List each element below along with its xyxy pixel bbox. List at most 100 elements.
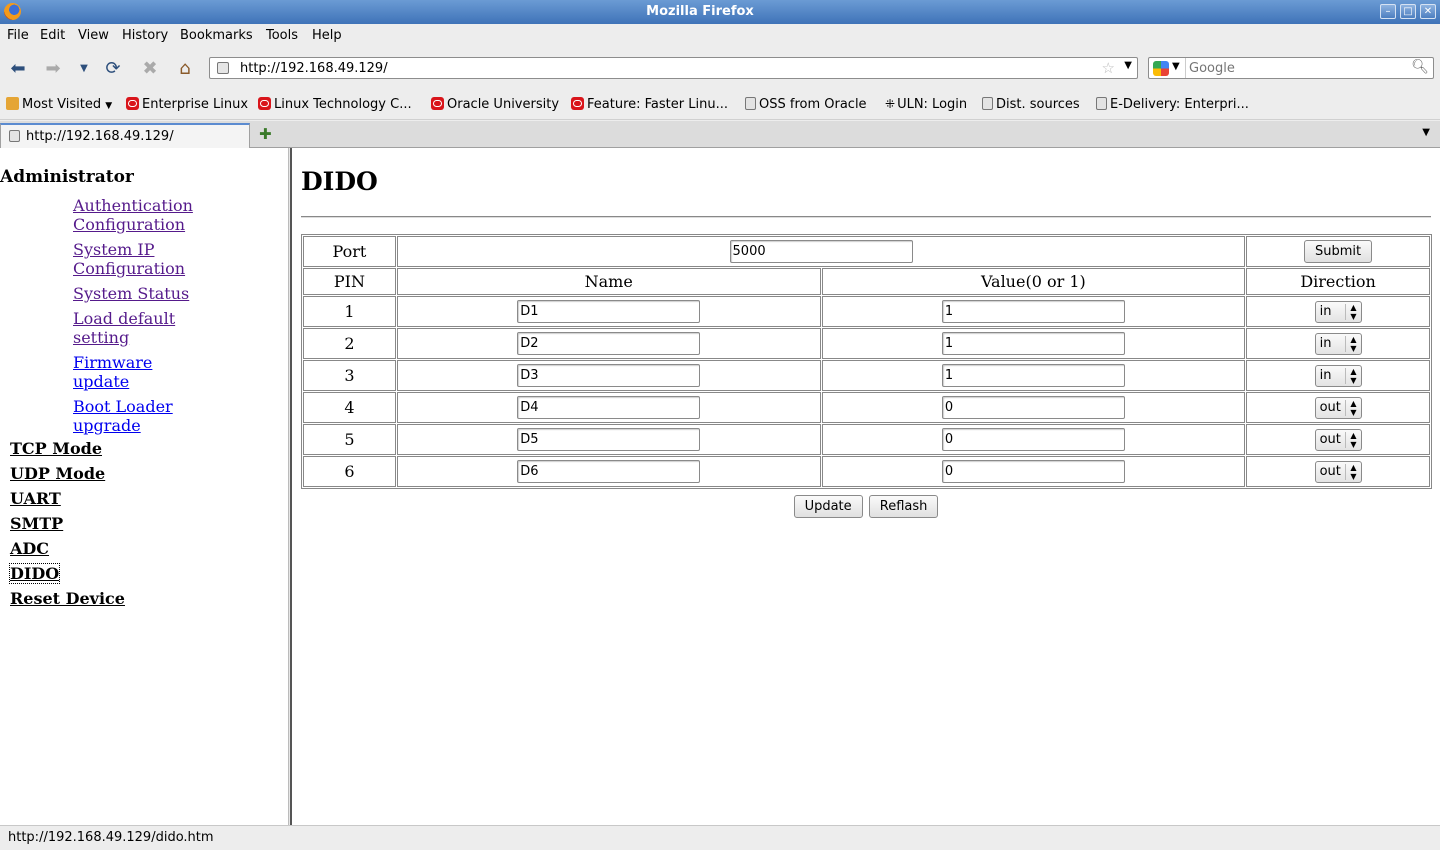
table-row: 4 out ▲▼ <box>303 392 1430 423</box>
pin-number: 6 <box>303 456 396 487</box>
direction-value: out <box>1319 463 1341 479</box>
pin-number: 5 <box>303 424 396 455</box>
menu-bookmarks[interactable]: Bookmarks <box>180 28 253 43</box>
bookmark-linux-technology[interactable]: Linux Technology C... <box>258 97 412 112</box>
name-cell <box>396 392 821 423</box>
tab-list-dropdown-icon[interactable]: ▼ <box>1422 127 1430 138</box>
link-system-status[interactable]: System Status <box>73 284 203 303</box>
bookmark-dist-sources[interactable]: Dist. sources <box>982 97 1080 112</box>
url-text[interactable]: http://192.168.49.129/ <box>240 61 388 76</box>
close-button[interactable]: ✕ <box>1420 4 1436 19</box>
name-input[interactable] <box>517 332 701 355</box>
select-arrows-icon: ▲ ▼ <box>1350 462 1357 481</box>
new-tab-icon[interactable]: ✚ <box>259 125 272 143</box>
tab-current[interactable]: http://192.168.49.129/ <box>0 123 250 148</box>
link-authentication-configuration[interactable]: Authentication Configuration <box>73 196 203 234</box>
menu-view[interactable]: View <box>78 28 109 43</box>
value-input[interactable] <box>941 396 1125 419</box>
select-arrows-icon: ▲ ▼ <box>1350 302 1357 321</box>
navigation-toolbar: ⬅ ➡ ▼ ⟳ ✖ ⌂ http://192.168.49.129/ ☆ ▼ ▼… <box>0 48 1440 90</box>
horizontal-rule <box>301 216 1431 218</box>
direction-select[interactable]: in ▲ ▼ <box>1314 332 1362 355</box>
bookmark-label: Feature: Faster Linu... <box>587 97 728 112</box>
menu-help[interactable]: Help <box>312 28 342 43</box>
search-icon[interactable]: 🔍︎ <box>1411 59 1429 75</box>
reload-icon[interactable]: ⟳ <box>101 58 125 80</box>
back-icon[interactable]: ⬅ <box>6 58 30 80</box>
link-udp-mode[interactable]: UDP Mode <box>10 464 105 483</box>
url-bar[interactable]: http://192.168.49.129/ ☆ ▼ <box>209 57 1138 79</box>
link-load-default-setting[interactable]: Load default setting <box>73 309 191 347</box>
url-dropdown-icon[interactable]: ▼ <box>1124 60 1132 71</box>
value-input[interactable] <box>941 300 1125 323</box>
bookmark-most-visited[interactable]: Most Visited ▼ <box>6 97 112 112</box>
select-arrows-icon: ▲ ▼ <box>1350 366 1357 385</box>
minimize-button[interactable]: – <box>1380 4 1396 19</box>
bookmark-uln-login[interactable]: ⁜ ULN: Login <box>885 97 967 112</box>
direction-select[interactable]: out ▲ ▼ <box>1314 428 1362 451</box>
bookmark-oracle-university[interactable]: Oracle University <box>431 97 559 112</box>
history-dropdown-icon[interactable]: ▼ <box>72 58 96 80</box>
select-arrows-icon: ▲ ▼ <box>1350 430 1357 449</box>
link-dido[interactable]: DIDO <box>8 563 61 584</box>
home-icon[interactable]: ⌂ <box>173 58 197 80</box>
maximize-button[interactable]: □ <box>1400 4 1416 19</box>
direction-select[interactable]: in ▲ ▼ <box>1314 300 1362 323</box>
bookmark-label: Enterprise Linux <box>142 97 249 112</box>
select-arrows-icon: ▲ ▼ <box>1350 334 1357 353</box>
link-uart[interactable]: UART <box>10 489 61 508</box>
name-input[interactable] <box>517 396 701 419</box>
search-bar[interactable]: ▼ 🔍︎ <box>1148 57 1434 79</box>
page-content: Administrator Authentication Configurati… <box>0 148 1440 825</box>
forward-icon[interactable]: ➡ <box>41 58 65 80</box>
oracle-icon <box>126 97 139 110</box>
name-input[interactable] <box>517 460 701 483</box>
refresh-button[interactable]: Reflash <box>868 495 939 518</box>
site-identity-icon[interactable] <box>217 62 229 74</box>
name-input[interactable] <box>517 364 701 387</box>
value-input[interactable] <box>941 428 1125 451</box>
bookmark-label: E-Delivery: Enterpri... <box>1110 97 1249 112</box>
value-input[interactable] <box>941 460 1125 483</box>
name-cell <box>396 360 821 391</box>
menu-tools[interactable]: Tools <box>266 28 298 43</box>
direction-select[interactable]: in ▲ ▼ <box>1314 364 1362 387</box>
menu-edit[interactable]: Edit <box>40 28 65 43</box>
bookmark-star-icon[interactable]: ☆ <box>1102 59 1115 77</box>
oracle-icon <box>431 97 444 110</box>
page-icon <box>9 130 20 142</box>
direction-select[interactable]: out ▲ ▼ <box>1314 460 1362 483</box>
header-row: PIN Name Value(0 or 1) Direction <box>303 268 1430 295</box>
chevron-down-icon: ▼ <box>105 101 113 111</box>
port-label: Port <box>303 236 396 267</box>
link-tcp-mode[interactable]: TCP Mode <box>10 439 102 458</box>
stop-icon[interactable]: ✖ <box>138 58 162 80</box>
link-system-ip-configuration[interactable]: System IP Configuration <box>73 240 203 278</box>
direction-select[interactable]: out ▲ ▼ <box>1314 396 1362 419</box>
link-boot-loader-upgrade[interactable]: Boot Loader upgrade <box>73 397 183 435</box>
value-input[interactable] <box>941 332 1125 355</box>
link-adc[interactable]: ADC <box>10 539 49 558</box>
link-smtp[interactable]: SMTP <box>10 514 63 533</box>
name-input[interactable] <box>517 300 701 323</box>
bookmark-oss-from-oracle[interactable]: OSS from Oracle <box>745 97 867 112</box>
port-input[interactable] <box>729 240 913 263</box>
bookmark-e-delivery[interactable]: E-Delivery: Enterpri... <box>1096 97 1249 112</box>
google-icon[interactable] <box>1153 61 1169 76</box>
menu-history[interactable]: History <box>122 28 168 43</box>
name-input[interactable] <box>517 428 701 451</box>
submit-button[interactable]: Submit <box>1304 240 1373 263</box>
search-input[interactable] <box>1189 60 1409 76</box>
search-engine-dropdown-icon[interactable]: ▼ <box>1172 61 1180 72</box>
header-name: Name <box>396 268 821 295</box>
header-pin: PIN <box>303 268 396 295</box>
select-separator <box>1344 463 1346 480</box>
link-reset-device[interactable]: Reset Device <box>10 589 125 608</box>
bookmark-faster-linux[interactable]: Feature: Faster Linu... <box>571 97 728 112</box>
update-button[interactable]: Update <box>793 495 863 518</box>
bookmark-label: Oracle University <box>447 97 560 112</box>
value-input[interactable] <box>941 364 1125 387</box>
link-firmware-update[interactable]: Firmware update <box>73 353 173 391</box>
menu-file[interactable]: File <box>7 28 29 43</box>
bookmark-enterprise-linux[interactable]: Enterprise Linux <box>126 97 248 112</box>
